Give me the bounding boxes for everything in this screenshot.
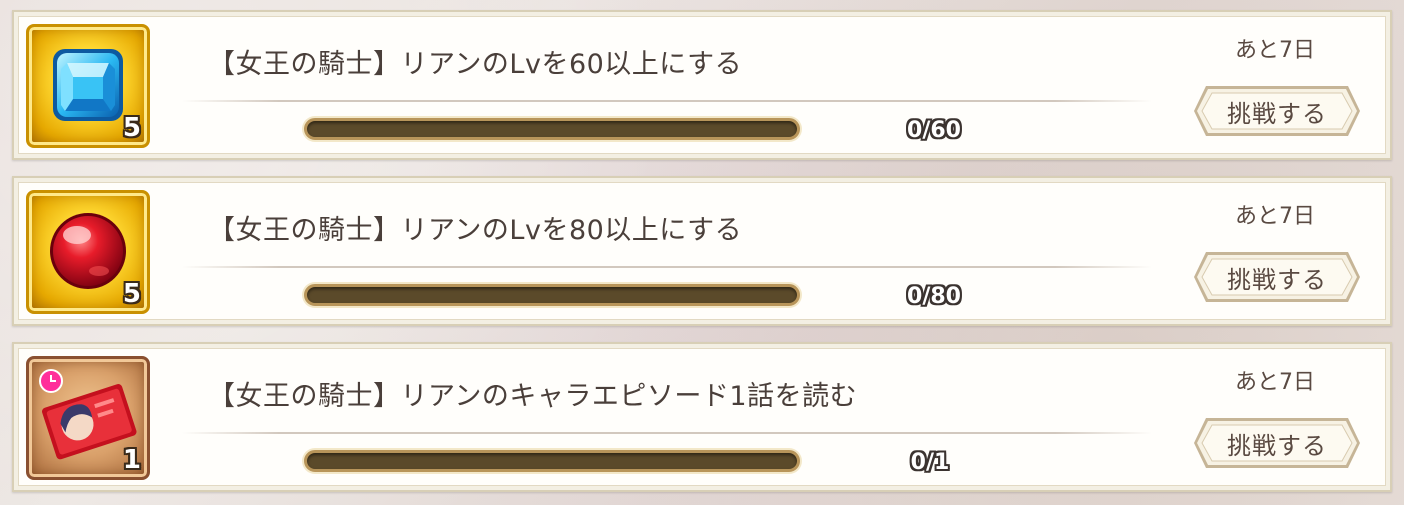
- reward-count: 5: [122, 113, 141, 143]
- divider: [182, 266, 1152, 268]
- time-remaining: あと7日: [1235, 204, 1315, 229]
- divider: [182, 100, 1152, 102]
- reward-icon-frame: 1: [26, 356, 150, 480]
- time-remaining: あと7日: [1235, 38, 1315, 63]
- mission-row: 1 【女王の騎士】リアンのキャラエピソード1話を読む 0/1 あと7日 挑戦する: [12, 342, 1392, 492]
- mission-title: 【女王の騎士】リアンのLvを60以上にする: [208, 49, 743, 80]
- mission-title: 【女王の騎士】リアンのキャラエピソード1話を読む: [208, 381, 858, 412]
- progress-text: 0/80: [907, 284, 961, 309]
- challenge-button[interactable]: 挑戦する: [1192, 416, 1362, 470]
- reward-count: 5: [122, 279, 141, 309]
- reward-count: 1: [122, 445, 141, 475]
- progress-bar: [304, 284, 800, 306]
- reward-icon-frame: 5: [26, 24, 150, 148]
- challenge-button[interactable]: 挑戦する: [1192, 84, 1362, 138]
- progress-text: 0/60: [907, 118, 961, 143]
- mission-title: 【女王の騎士】リアンのLvを80以上にする: [208, 215, 743, 246]
- reward-icon-frame: 5: [26, 190, 150, 314]
- challenge-button-label: 挑戦する: [1227, 265, 1327, 294]
- challenge-button[interactable]: 挑戦する: [1192, 250, 1362, 304]
- progress-bar: [304, 118, 800, 140]
- divider: [182, 432, 1152, 434]
- progress-bar: [304, 450, 800, 472]
- mission-row: 5 【女王の騎士】リアンのLvを60以上にする 0/60 あと7日 挑戦する: [12, 10, 1392, 160]
- timer-icon: [39, 369, 63, 393]
- challenge-button-label: 挑戦する: [1227, 99, 1327, 128]
- progress-text: 0/1: [910, 450, 950, 475]
- time-remaining: あと7日: [1235, 370, 1315, 395]
- mission-row: 5 【女王の騎士】リアンのLvを80以上にする 0/80 あと7日 挑戦する: [12, 176, 1392, 326]
- challenge-button-label: 挑戦する: [1227, 431, 1327, 460]
